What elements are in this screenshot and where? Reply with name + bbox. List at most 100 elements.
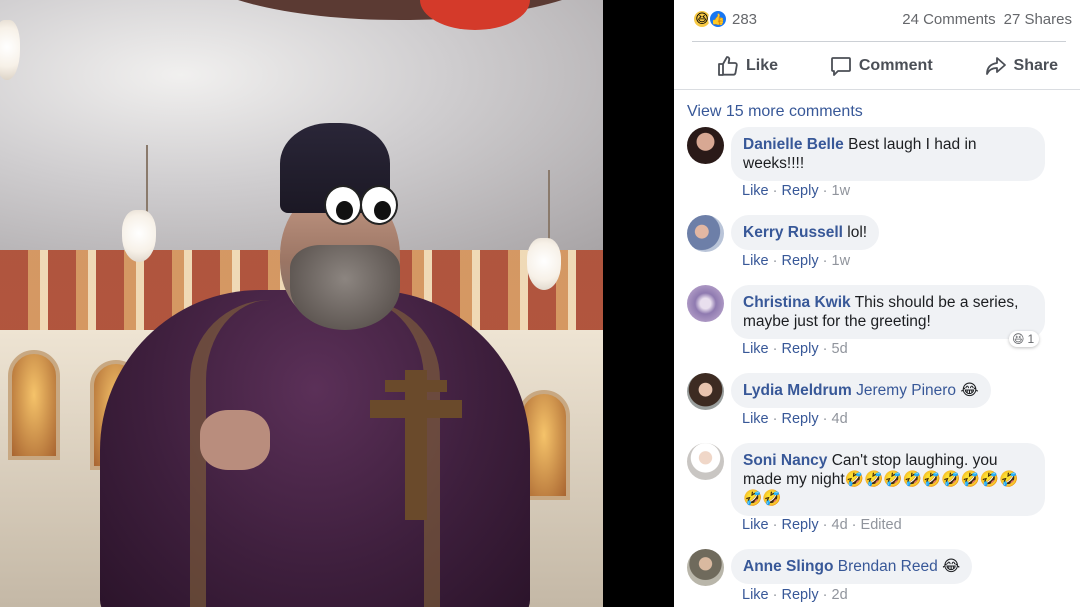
separator: · [772,411,778,427]
reaction-summary[interactable]: 😆 👍 283 [692,9,757,29]
comment-edited-label[interactable]: Edited [861,517,902,533]
separator: · [772,517,778,533]
separator: · [822,341,828,357]
comment-text: Can't stop laughing. you [831,452,998,469]
comment-author[interactable]: Lydia Meldrum [743,382,852,399]
comment-text: lol! [847,224,868,241]
avatar[interactable] [687,373,724,410]
haha-reaction-icon: 😆 [1012,332,1025,346]
view-more-comments-link[interactable]: View 15 more comments [687,103,863,121]
comment-meta: Like · Reply · 1w [742,183,850,199]
avatar[interactable] [687,443,724,480]
video-player[interactable] [0,0,603,607]
comment-meta: Like · Reply · 2d [742,587,848,603]
video-frame-arch [8,350,60,460]
reaction-count[interactable]: 283 [732,11,757,28]
comment-reaction-badge[interactable]: 😆 1 [1009,331,1040,347]
share-arrow-icon [985,57,1006,75]
share-button[interactable]: Share [984,54,1058,78]
separator: · [822,587,828,603]
share-button-label: Share [1013,57,1058,74]
avatar[interactable] [687,127,724,164]
reaction-stats-bar: 😆 👍 283 24 Comments 27 Shares [692,8,1072,30]
comment-text: Best laugh I had in [848,136,977,153]
comments-count[interactable]: 24 Comments [902,11,995,28]
comment-bubble: Danielle Belle Best laugh I had in weeks… [731,127,1045,181]
comment-author[interactable]: Soni Nancy [743,452,827,469]
separator: · [822,517,828,533]
comment-item: Lydia Meldrum Jeremy Pinero 😂 Like · Rep… [687,373,1067,433]
comment-reply-link[interactable]: Reply [782,517,819,533]
avatar[interactable] [687,215,724,252]
separator: · [822,253,828,269]
comment-item: Anne Slingo Brendan Reed 😂 Like · Reply … [687,549,1067,607]
comment-reaction-count: 1 [1027,332,1035,346]
comment-item: Soni Nancy Can't stop laughing. you made… [687,443,1067,539]
rolling-laughing-emoji: 🤣🤣 [743,489,782,507]
comment-button[interactable]: Comment [829,54,933,78]
avatar[interactable] [687,549,724,586]
shares-count[interactable]: 27 Shares [1004,11,1072,28]
comment-reply-link[interactable]: Reply [782,183,819,199]
separator: · [772,587,778,603]
comment-reply-link[interactable]: Reply [782,253,819,269]
video-frame-cross [405,370,427,520]
rolling-laughing-emoji: 🤣🤣🤣🤣🤣🤣🤣🤣🤣 [844,470,1019,488]
comment-meta: Like · Reply · 4d · Edited [742,517,902,533]
comment-like-link[interactable]: Like [742,341,769,357]
comment-item: Danielle Belle Best laugh I had in weeks… [687,127,1067,207]
laughing-emoji: 😂 [942,557,961,575]
comment-meta: Like · Reply · 1w [742,253,850,269]
comment-text: maybe just for the greeting! [743,313,931,330]
comment-bubble: Lydia Meldrum Jeremy Pinero 😂 [731,373,991,408]
googly-eye [360,185,398,225]
comment-author[interactable]: Christina Kwik [743,294,851,311]
comment-text: weeks!!!! [743,155,805,172]
video-letterbox [603,0,674,607]
comment-timestamp[interactable]: 1w [832,183,851,199]
like-reaction-icon: 👍 [708,9,728,29]
video-frame-hand [200,410,270,470]
googly-eye [324,185,362,225]
divider [674,89,1080,90]
comment-author[interactable]: Danielle Belle [743,136,844,153]
video-frame-beard [290,245,400,330]
comment-meta: Like · Reply · 5d [742,341,848,357]
comment-reply-link[interactable]: Reply [782,411,819,427]
thumbs-up-icon [718,56,738,76]
post-actions: Like Comment Share [692,47,1066,85]
comment-text: This should be a series, [854,294,1019,311]
separator: · [772,183,778,199]
comment-like-link[interactable]: Like [742,517,769,533]
separator: · [822,183,828,199]
comment-reply-link[interactable]: Reply [782,341,819,357]
tagged-user[interactable]: Jeremy Pinero [856,382,956,399]
comment-bubble: Christina Kwik This should be a series, … [731,285,1045,339]
comment-timestamp[interactable]: 1w [832,253,851,269]
comment-reply-link[interactable]: Reply [782,587,819,603]
comment-like-link[interactable]: Like [742,183,769,199]
comment-text: made my night [743,471,845,488]
tagged-user[interactable]: Brendan Reed [838,558,938,575]
video-frame-lamp-cord [146,145,148,215]
laughing-emoji: 😂 [960,381,979,399]
separator: · [772,253,778,269]
comment-timestamp[interactable]: 5d [832,341,848,357]
avatar[interactable] [687,285,724,322]
comment-button-label: Comment [858,57,933,74]
comment-author[interactable]: Anne Slingo [743,558,833,575]
comment-timestamp[interactable]: 2d [832,587,848,603]
comment-like-link[interactable]: Like [742,587,769,603]
comments-panel: 😆 👍 283 24 Comments 27 Shares Like Comme… [674,0,1080,607]
comment-bubble: Anne Slingo Brendan Reed 😂 [731,549,973,584]
separator: · [851,517,857,533]
comment-timestamp[interactable]: 4d [832,411,848,427]
comment-bubble: Soni Nancy Can't stop laughing. you made… [731,443,1045,516]
comment-item: Christina Kwik This should be a series, … [687,285,1067,365]
comment-like-link[interactable]: Like [742,411,769,427]
like-button[interactable]: Like [716,54,778,78]
comment-author[interactable]: Kerry Russell [743,224,843,241]
comment-like-link[interactable]: Like [742,253,769,269]
video-frame-lamp [122,210,156,262]
comment-timestamp[interactable]: 4d [832,517,848,533]
